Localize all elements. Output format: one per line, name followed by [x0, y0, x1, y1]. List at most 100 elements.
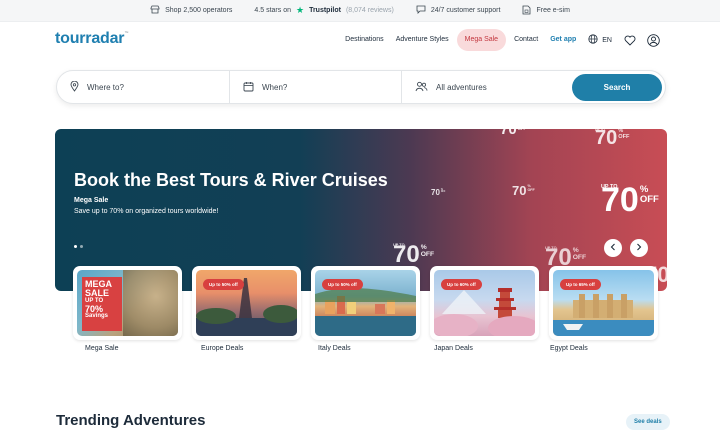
promo-graphic-main: UP TO 70% OFF	[601, 183, 659, 217]
nav-get-app[interactable]: Get app	[544, 29, 582, 51]
deal-label-egypt[interactable]: Egypt Deals	[550, 345, 588, 352]
esim-info: Free e-sim	[522, 5, 570, 17]
deal-card-italy[interactable]: Up to 50% off	[311, 266, 420, 340]
mega-sign-label: Savings	[85, 313, 109, 320]
globe-icon	[588, 34, 598, 46]
carousel-dot[interactable]	[74, 245, 77, 248]
date-placeholder: When?	[262, 82, 288, 92]
promo-off: OFF	[639, 193, 659, 205]
nav-contact[interactable]: Contact	[508, 29, 544, 51]
promo-upto: UP TO	[601, 184, 618, 190]
promo-suffix: %OFF	[527, 184, 535, 193]
hero-title: Book the Best Tours & River Cruises	[74, 170, 388, 190]
deal-card-egypt[interactable]: Up to 65% off	[549, 266, 658, 340]
promo-off: OFF	[572, 254, 587, 262]
japan-image: Up to 60% off	[434, 270, 535, 336]
promo-pct: %	[420, 244, 427, 251]
promo-value: 70	[431, 188, 440, 197]
carousel-dot[interactable]	[80, 245, 83, 248]
promo-graphic: UP TO 70% OFF	[595, 129, 630, 148]
promo-suffix: %OFF	[640, 185, 659, 205]
reviews-count[interactable]: (8,074 reviews)	[346, 7, 394, 14]
promo-off: OFF	[420, 251, 435, 259]
calendar-icon	[243, 81, 254, 94]
chat-icon	[416, 5, 426, 16]
user-account-icon[interactable]	[647, 33, 660, 47]
discount-badge: Up to 50% off	[203, 279, 244, 290]
promo-suffix: %OFF	[421, 244, 434, 258]
deal-label-italy[interactable]: Italy Deals	[318, 345, 351, 352]
deal-label-europe[interactable]: Europe Deals	[201, 345, 243, 352]
heart-icon[interactable]	[624, 35, 636, 46]
deal-label-mega-sale[interactable]: Mega Sale	[85, 345, 118, 352]
adventure-type-value: All adventures	[436, 82, 487, 92]
discount-badge: Up to 65% off	[560, 279, 601, 290]
promo-pct: %	[572, 247, 579, 254]
storefront-icon	[150, 5, 160, 16]
discount-badge: Up to 50% off	[322, 279, 363, 290]
carousel-prev-button[interactable]	[604, 239, 622, 257]
promo-off: OFF	[440, 191, 446, 194]
promo-off: OFF	[518, 129, 526, 131]
see-deals-button[interactable]: See deals	[626, 414, 670, 430]
promo-suffix: %OFF	[573, 247, 586, 261]
promo-graphic: 70%OFF	[500, 129, 526, 137]
egypt-image: Up to 65% off	[553, 270, 654, 336]
hero-subtitle: Mega Sale	[74, 197, 109, 204]
chevron-right-icon	[636, 243, 642, 254]
promo-off: OFF	[527, 187, 535, 192]
top-info-bar: Shop 2,500 operators 4.5 stars on ★ Trus…	[0, 0, 720, 22]
language-code: EN	[602, 36, 612, 44]
destination-field[interactable]: Where to?	[57, 70, 230, 104]
deal-label-japan[interactable]: Japan Deals	[434, 345, 473, 352]
chevron-left-icon	[610, 243, 616, 254]
tourradar-logo[interactable]: tourradar™	[55, 30, 128, 48]
esim-text: Free e-sim	[536, 7, 570, 14]
mega-sign-savings: UP TO 70% Savings	[85, 298, 119, 320]
discount-badge: Up to 60% off	[441, 279, 482, 290]
deal-card-japan[interactable]: Up to 60% off	[430, 266, 539, 340]
support-info: 24/7 customer support	[416, 5, 500, 16]
mega-sign-pct: 70%	[85, 303, 104, 314]
promo-graphic: UP TO 70% OFF	[393, 243, 434, 267]
operators-info: Shop 2,500 operators	[150, 5, 232, 16]
sim-card-icon	[522, 5, 531, 17]
rating-info: 4.5 stars on ★ Trustpilot (8,074 reviews…	[254, 6, 393, 15]
carousel-next-button[interactable]	[630, 239, 648, 257]
location-pin-icon	[70, 80, 79, 94]
trustpilot-star-icon: ★	[295, 5, 305, 15]
adventure-type-field[interactable]: All adventures	[402, 70, 572, 104]
promo-upto: UP TO	[595, 129, 605, 132]
promo-value: 70	[512, 183, 527, 198]
mega-sale-sign: MEGA SALE UP TO 70% Savings	[82, 277, 122, 331]
promo-suffix: %OFF	[518, 129, 526, 132]
main-header: tourradar™ Destinations Adventure Styles…	[0, 22, 720, 58]
date-field[interactable]: When?	[230, 70, 402, 104]
search-bar: Where to? When? All adventures Search	[56, 70, 666, 104]
main-nav: Destinations Adventure Styles Mega Sale …	[339, 29, 660, 51]
deal-card-mega-sale[interactable]: MEGA SALE UP TO 70% Savings	[73, 266, 182, 340]
trustpilot-name: Trustpilot	[309, 7, 341, 14]
language-selector[interactable]: EN	[588, 34, 612, 46]
operators-text: Shop 2,500 operators	[165, 7, 233, 14]
promo-upto: UP TO	[393, 243, 405, 247]
nav-mega-sale[interactable]: Mega Sale	[456, 29, 507, 51]
nav-adventure-styles[interactable]: Adventure Styles	[390, 29, 455, 51]
deal-card-europe[interactable]: Up to 50% off	[192, 266, 301, 340]
nav-destinations[interactable]: Destinations	[339, 29, 390, 51]
promo-suffix: %OFF	[441, 189, 445, 194]
trending-title: Trending Adventures	[56, 412, 206, 429]
promo-off: OFF	[618, 133, 630, 140]
mega-sign-title: MEGA SALE	[85, 279, 112, 298]
search-button[interactable]: Search	[572, 74, 662, 101]
hero-description: Save up to 70% on organized tours worldw…	[74, 208, 219, 215]
rating-text: 4.5 stars on	[254, 7, 291, 14]
mega-sale-image: MEGA SALE UP TO 70% Savings	[77, 270, 178, 336]
europe-image: Up to 50% off	[196, 270, 297, 336]
carousel-dots	[74, 245, 83, 248]
people-icon	[415, 81, 428, 94]
logo-text: tourradar	[55, 30, 125, 47]
promo-value: 70	[500, 129, 517, 138]
promo-graphic: 70%OFF	[512, 183, 535, 198]
promo-upto: UP TO	[545, 246, 557, 250]
